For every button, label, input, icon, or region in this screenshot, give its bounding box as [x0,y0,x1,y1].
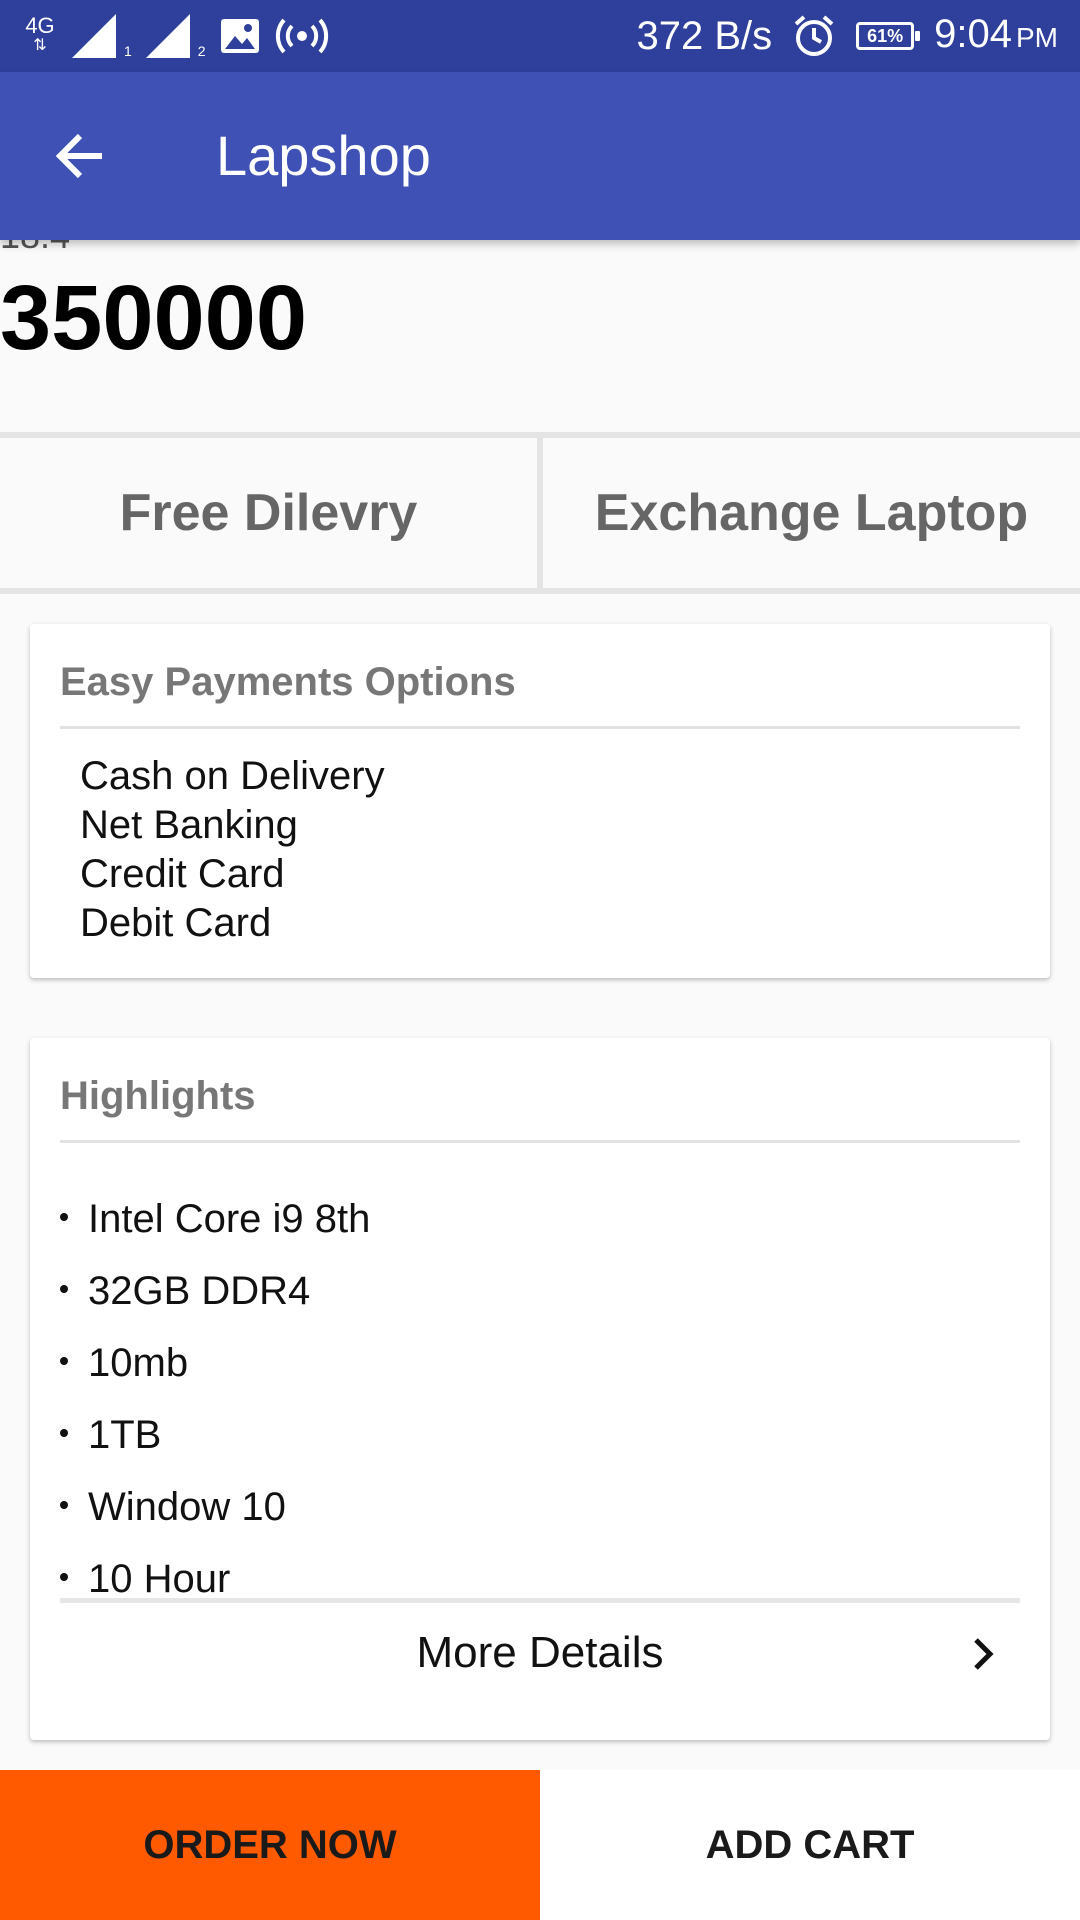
app-bar: Lapshop [0,72,1080,240]
highlight-text: 1TB [88,1413,162,1457]
payment-option: Debit Card [80,901,272,945]
features-row: Free Dilevry Exchange Laptop [0,438,1080,588]
gallery-icon [220,19,259,53]
clock-ampm: PM [1016,22,1058,53]
card-divider [60,726,1020,729]
chevron-right-icon [974,1638,994,1670]
highlight-text: 32GB DDR4 [88,1269,311,1313]
highlight-text: 10mb [88,1341,189,1385]
network-speed: 372 B/s [636,14,773,58]
signal-icon [72,14,116,58]
highlight-text: Window 10 [88,1485,286,1529]
order-now-button[interactable]: ORDER NOW [0,1770,540,1920]
highlights-title: Highlights [60,1074,256,1118]
status-right: 372 B/s 61% 9:04 PM [636,12,1058,60]
network-type: 4G ⇅ [22,13,58,56]
bullet-icon [60,1501,68,1509]
back-button[interactable] [40,116,120,196]
alarm-icon [794,15,834,56]
network-label: 4G [25,13,55,38]
clock-time: 9:04 [934,12,1012,56]
payment-option: Credit Card [80,852,285,896]
payment-option: Net Banking [80,803,298,847]
clock: 9:04 PM [934,10,1058,62]
bullet-icon [60,1213,68,1221]
status-left: 4G ⇅ 1 2 [22,12,330,60]
payment-option: Cash on Delivery [80,754,385,798]
hotspot-icon [275,18,328,54]
arrow-back-icon [55,133,102,179]
add-cart-button[interactable]: ADD CART [540,1770,1080,1920]
highlights-card: Highlights Intel Core i9 8th 32GB DDR4 1… [30,1038,1050,1740]
divider [0,588,1080,594]
highlight-text: Intel Core i9 8th [88,1197,371,1241]
bullet-icon [60,1285,68,1293]
list-item: 10mb [60,1327,370,1399]
list-item: 32GB DDR4 [60,1255,370,1327]
product-price: 350000 [0,267,307,369]
app-title: Lapshop [216,124,431,187]
free-delivery-label: Free Dilevry [119,484,418,542]
bullet-icon [60,1357,68,1365]
signal-icon [145,14,190,58]
card-divider [60,1140,1020,1143]
bottom-action-bar: ORDER NOW ADD CART [0,1770,1080,1920]
more-details-label: More Details [416,1628,664,1677]
exchange-laptop-label: Exchange Laptop [594,484,1029,542]
battery-level: 61% [867,25,904,46]
data-arrows-icon: ⇅ [33,37,47,54]
payment-options-title: Easy Payments Options [60,660,516,704]
payment-options-card: Easy Payments Options Cash on Delivery N… [30,624,1050,978]
more-details-button[interactable]: More Details [60,1598,1020,1708]
list-item: Window 10 [60,1471,370,1543]
status-bar: 4G ⇅ 1 2 372 B/s 61% 9:04 PM [0,0,1080,72]
payment-options-list: Cash on Delivery Net Banking Credit Card… [80,752,385,948]
highlights-list: Intel Core i9 8th 32GB DDR4 10mb 1TB Win… [60,1183,370,1615]
bullet-icon [60,1573,68,1581]
bullet-icon [60,1429,68,1437]
sim1-label: 1 [124,43,132,59]
list-item: Intel Core i9 8th [60,1183,370,1255]
list-item: 1TB [60,1399,370,1471]
sim2-label: 2 [197,43,206,59]
battery-icon: 61% [856,22,921,50]
